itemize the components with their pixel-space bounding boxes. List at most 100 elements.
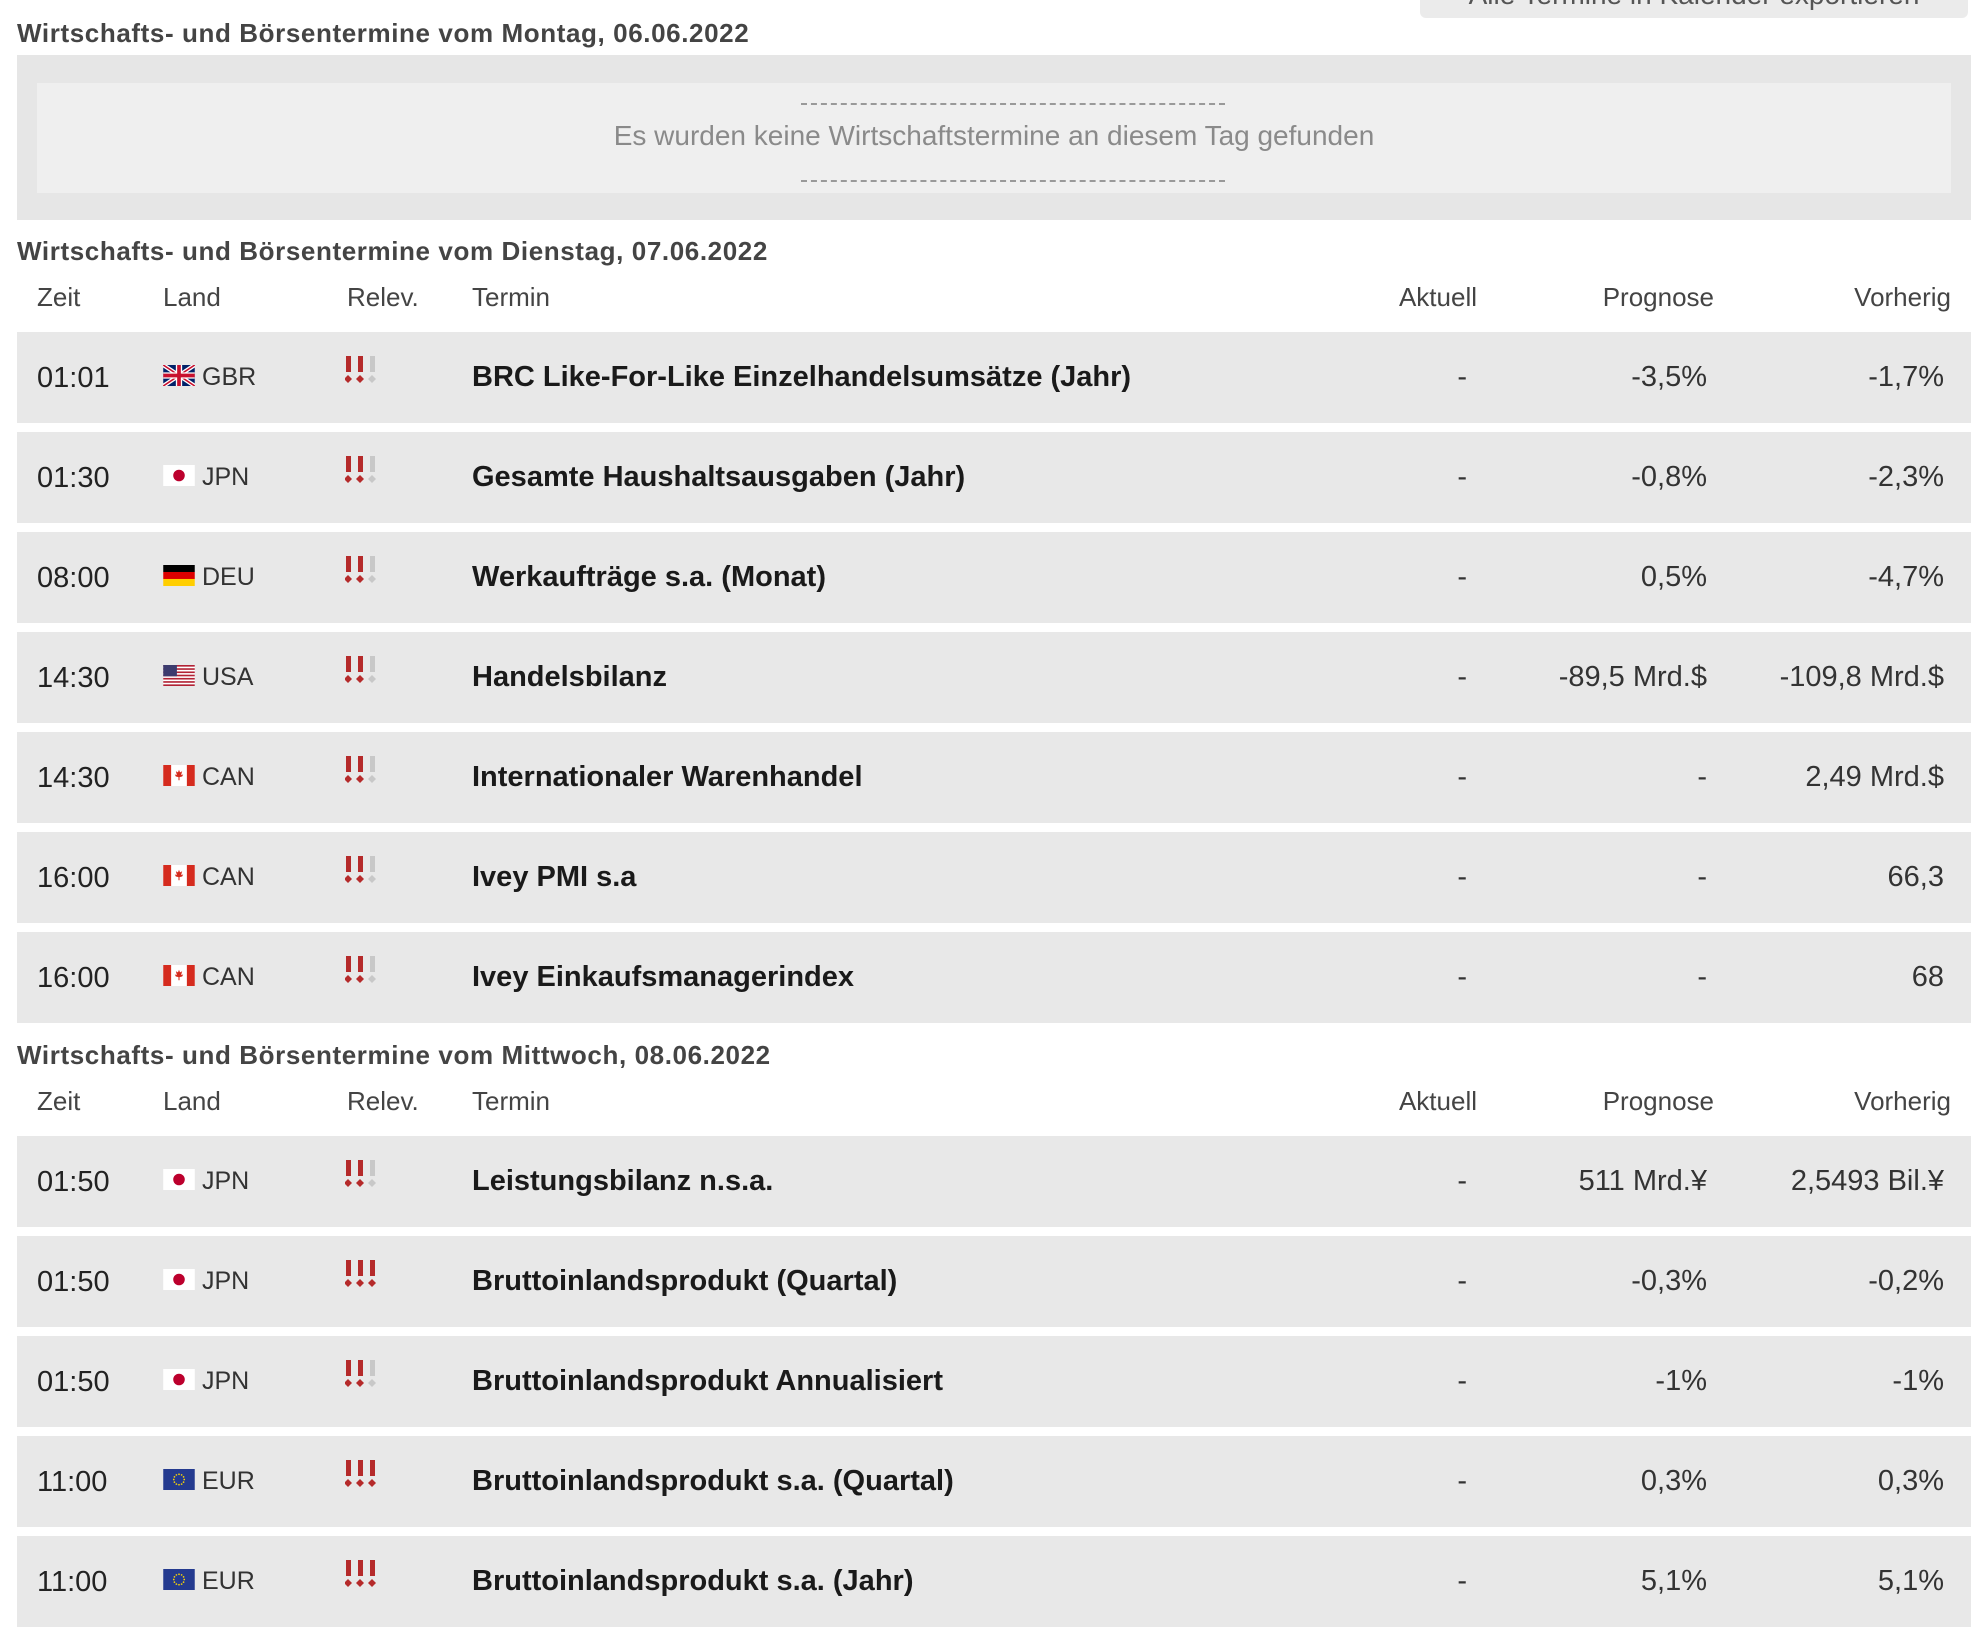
event-time: 16:00 (37, 962, 110, 994)
event-name-link[interactable]: Werkaufträge s.a. (Monat) (472, 561, 826, 594)
event-time: 11:00 (37, 1566, 108, 1598)
column-header-forecast[interactable]: Prognose (1603, 1086, 1714, 1117)
previous-value: -4,7% (1868, 561, 1944, 593)
eu-flag-icon (163, 1569, 195, 1590)
previous-value: 2,49 Mrd.$ (1805, 761, 1944, 793)
event-time: 14:30 (37, 762, 110, 794)
empty-day-message: Es wurden keine Wirtschaftstermine an di… (613, 120, 1375, 151)
actual-value: - (1457, 361, 1467, 393)
relevance-icon (344, 454, 385, 486)
event-time: 11:00 (37, 1466, 108, 1498)
table-row[interactable]: 01:01 GBR BRC Like-For-Like Einzelhandelsu… (17, 332, 1971, 423)
actual-value: - (1457, 1265, 1467, 1297)
country-code: JPN (202, 1267, 250, 1295)
country-code: USA (202, 663, 254, 691)
relevance-icon (344, 554, 385, 586)
column-header-relevance[interactable]: Relev. (347, 282, 419, 313)
column-header-country[interactable]: Land (163, 282, 221, 313)
table-header: Zeit Land Relev. Termin Aktuell Prognose… (17, 1076, 1971, 1126)
forecast-value: 0,5% (1640, 561, 1707, 593)
table-row[interactable]: 11:00 EUR Bruttoinlandsprodukt s.a. (Quart… (17, 1436, 1971, 1527)
event-name-link[interactable]: Leistungsbilanz n.s.a. (472, 1165, 773, 1198)
event-time: 01:50 (37, 1166, 110, 1198)
table-row[interactable]: 01:50 JPN Bruttoinlandsprodukt Annualisier… (17, 1336, 1971, 1427)
ca-flag-icon (163, 865, 195, 886)
actual-value: - (1457, 1565, 1467, 1597)
table-header: Zeit Land Relev. Termin Aktuell Prognose… (17, 272, 1971, 322)
column-header-actual[interactable]: Aktuell (1399, 282, 1477, 313)
country-code: JPN (202, 463, 250, 491)
table-row[interactable]: 14:30 CAN Internationaler Warenhandel - - 2,4… (17, 732, 1971, 823)
table-row[interactable]: 01:50 JPN Bruttoinlandsprodukt (Quartal) - -… (17, 1236, 1971, 1327)
eu-flag-icon (163, 1469, 195, 1490)
event-name-link[interactable]: Ivey PMI s.a (472, 861, 636, 894)
table-row[interactable]: 01:50 JPN Leistungsbilanz n.s.a. - 511 Mrd.¥… (17, 1136, 1971, 1227)
event-time: 01:50 (37, 1266, 110, 1298)
event-name-link[interactable]: Bruttoinlandsprodukt s.a. (Quartal) (472, 1465, 954, 1498)
country-code: DEU (202, 563, 255, 591)
column-header-relevance[interactable]: Relev. (347, 1086, 419, 1117)
forecast-value: 511 Mrd.¥ (1578, 1165, 1707, 1197)
relevance-icon (344, 654, 385, 686)
event-name-link[interactable]: BRC Like-For-Like Einzelhandelsumsätze (… (472, 361, 1131, 394)
column-header-time[interactable]: Zeit (37, 282, 80, 313)
column-header-time[interactable]: Zeit (37, 1086, 80, 1117)
table-row[interactable]: 16:00 CAN Ivey Einkaufsmanagerindex - - 68 (17, 932, 1971, 1023)
event-time: 01:01 (37, 362, 110, 394)
column-header-country[interactable]: Land (163, 1086, 221, 1117)
relevance-icon (344, 754, 385, 786)
gb-flag-icon (163, 365, 195, 386)
jp-flag-icon (163, 1169, 195, 1190)
actual-value: - (1457, 761, 1467, 793)
event-time: 01:30 (37, 462, 110, 494)
previous-value: -1,7% (1868, 361, 1944, 393)
relevance-icon (344, 1158, 385, 1190)
forecast-value: - (1697, 961, 1707, 993)
de-flag-icon (163, 565, 195, 586)
column-header-forecast[interactable]: Prognose (1603, 282, 1714, 313)
relevance-icon (344, 954, 385, 986)
country-code: CAN (202, 863, 255, 891)
column-header-previous[interactable]: Vorherig (1854, 282, 1951, 313)
event-name-link[interactable]: Bruttoinlandsprodukt Annualisiert (472, 1365, 943, 1398)
economic-calendar: Alle Termine in Kalender exportieren Wir… (0, 0, 1988, 1642)
country-code: EUR (202, 1467, 255, 1495)
forecast-value: 0,3% (1640, 1465, 1707, 1497)
table-row[interactable]: 01:30 JPN Gesamte Haushaltsausgaben (Jahr)… (17, 432, 1971, 523)
previous-value: 5,1% (1877, 1565, 1944, 1597)
forecast-value: -0,8% (1631, 461, 1707, 493)
country-code: EUR (202, 1567, 255, 1595)
event-name-link[interactable]: Handelsbilanz (472, 661, 667, 694)
table-row[interactable]: 14:30 USA Handelsbilanz - -89,5 Mrd.$ -109,8 … (17, 632, 1971, 723)
column-header-previous[interactable]: Vorherig (1854, 1086, 1951, 1117)
relevance-icon (344, 1258, 385, 1290)
country-code: JPN (202, 1167, 250, 1195)
event-time: 01:50 (37, 1366, 110, 1398)
table-row[interactable]: 08:00 DEU Werkaufträge s.a. (Monat) - 0,5% -4… (17, 532, 1971, 623)
forecast-value: -0,3% (1631, 1265, 1707, 1297)
ca-flag-icon (163, 765, 195, 786)
column-header-event[interactable]: Termin (472, 282, 550, 313)
previous-value: -1% (1892, 1365, 1944, 1397)
day-title-monday: Wirtschafts- und Börsentermine vom Monta… (17, 18, 750, 48)
table-row[interactable]: 11:00 EUR Bruttoinlandsprodukt s.a. (Jahr)… (17, 1536, 1971, 1627)
export-calendar-button[interactable]: Alle Termine in Kalender exportieren (1420, 0, 1968, 18)
column-header-actual[interactable]: Aktuell (1399, 1086, 1477, 1117)
relevance-icon (344, 1358, 385, 1390)
forecast-value: -1% (1655, 1365, 1707, 1397)
previous-value: -0,2% (1868, 1265, 1944, 1297)
previous-value: 2,5493 Bil.¥ (1790, 1165, 1944, 1197)
country-code: JPN (202, 1367, 250, 1395)
actual-value: - (1457, 561, 1467, 593)
column-header-event[interactable]: Termin (472, 1086, 550, 1117)
event-time: 08:00 (37, 562, 110, 594)
event-name-link[interactable]: Gesamte Haushaltsausgaben (Jahr) (472, 461, 965, 494)
empty-day-message-box: Es wurden keine Wirtschaftstermine an di… (37, 83, 1951, 193)
table-row[interactable]: 16:00 CAN Ivey PMI s.a - - 66,3 (17, 832, 1971, 923)
event-name-link[interactable]: Internationaler Warenhandel (472, 761, 863, 794)
actual-value: - (1457, 961, 1467, 993)
event-name-link[interactable]: Ivey Einkaufsmanagerindex (472, 961, 854, 994)
relevance-icon (344, 354, 385, 386)
event-name-link[interactable]: Bruttoinlandsprodukt (Quartal) (472, 1265, 897, 1298)
event-name-link[interactable]: Bruttoinlandsprodukt s.a. (Jahr) (472, 1565, 913, 1598)
